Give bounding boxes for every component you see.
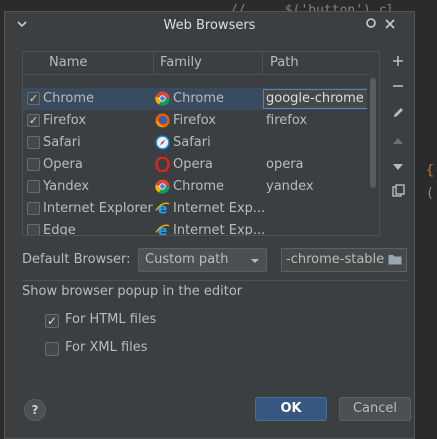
ie-icon: e [155, 201, 170, 218]
row-enabled-checkbox[interactable] [27, 202, 40, 215]
help-button[interactable]: ? [24, 399, 46, 421]
scrollbar-thumb[interactable] [370, 78, 376, 188]
browser-name: Opera [43, 157, 83, 172]
xml-files-checkbox[interactable] [45, 342, 59, 356]
opera-icon [155, 156, 170, 173]
custom-path-value: -chrome-stable [286, 252, 385, 267]
browser-family: Safari [173, 135, 211, 150]
safari-icon [155, 135, 170, 150]
chrome-icon [155, 91, 170, 106]
table-row[interactable]: Opera Opera opera [23, 154, 367, 176]
background-code-brace: { [426, 163, 434, 178]
row-enabled-checkbox[interactable] [27, 180, 40, 193]
browser-path: firefox [266, 113, 308, 128]
folder-icon[interactable] [388, 254, 402, 265]
cancel-button[interactable]: Cancel [339, 397, 411, 421]
close-icon[interactable] [385, 17, 395, 33]
custom-path-input[interactable]: -chrome-stable [281, 248, 407, 272]
options-icon[interactable] [365, 17, 377, 33]
path-cell-editor[interactable]: google-chrome [263, 89, 371, 109]
ie-icon: e [155, 223, 170, 235]
browser-family: Opera [173, 157, 213, 172]
table-row[interactable]: Edge e Internet Exp... [23, 220, 367, 236]
browser-name: Chrome [43, 91, 94, 106]
row-enabled-checkbox[interactable]: ✓ [27, 114, 40, 127]
browser-family: Chrome [173, 91, 224, 106]
browser-family: Firefox [173, 113, 217, 128]
browsers-table: Name Family Path ✓ Chrome Chrome google-… [22, 51, 380, 236]
table-row[interactable]: Safari Safari [23, 132, 367, 154]
dialog-titlebar: Web Browsers [5, 12, 414, 40]
row-enabled-checkbox[interactable] [27, 224, 40, 235]
browser-name: Internet Explorer [43, 201, 153, 216]
remove-icon[interactable] [389, 78, 407, 96]
default-browser-label: Default Browser: [22, 252, 131, 267]
table-header: Name Family Path [23, 52, 379, 75]
table-scrollbar[interactable] [367, 74, 379, 235]
chrome-icon [155, 179, 170, 194]
html-files-checkbox[interactable]: ✓ [45, 314, 59, 328]
column-header-name[interactable]: Name [49, 55, 87, 70]
browser-path: opera [266, 157, 304, 172]
row-enabled-checkbox[interactable]: ✓ [27, 92, 40, 105]
row-enabled-checkbox[interactable] [27, 158, 40, 171]
web-browsers-dialog: Web Browsers Name Family Path ✓ Chrome C… [4, 11, 415, 439]
html-files-label[interactable]: For HTML files [65, 312, 156, 327]
column-header-path[interactable]: Path [270, 55, 299, 70]
browser-family: Chrome [173, 179, 224, 194]
browser-family: Internet Exp... [173, 223, 266, 236]
section-divider [22, 280, 407, 281]
browser-family: Internet Exp... [173, 201, 266, 216]
background-code-paren: ( [426, 186, 434, 201]
ok-button[interactable]: OK [255, 397, 327, 421]
default-browser-selected: Custom path [145, 252, 229, 267]
firefox-icon [155, 113, 170, 128]
column-header-family[interactable]: Family [160, 55, 202, 70]
default-browser-select[interactable]: Custom path [138, 248, 267, 272]
popup-section-label: Show browser popup in the editor [22, 284, 243, 299]
dialog-title: Web Browsers [163, 18, 256, 33]
table-row[interactable]: ✓ Firefox Firefox firefox [23, 110, 367, 132]
edit-icon[interactable] [389, 105, 407, 123]
browser-path: yandex [266, 179, 314, 194]
browser-name: Firefox [43, 113, 87, 128]
table-row[interactable]: Internet Explorer e Internet Exp... [23, 198, 367, 220]
table-row[interactable]: Yandex Chrome yandex [23, 176, 367, 198]
add-icon[interactable] [389, 53, 407, 71]
xml-files-label[interactable]: For XML files [65, 340, 148, 355]
copy-icon[interactable] [389, 183, 407, 201]
browser-name: Yandex [43, 179, 90, 194]
table-row[interactable]: ✓ Chrome Chrome google-chrome [23, 88, 371, 110]
move-up-icon[interactable] [389, 132, 407, 150]
browser-name: Edge [43, 223, 76, 236]
browser-name: Safari [43, 135, 81, 150]
row-enabled-checkbox[interactable] [27, 136, 40, 149]
chevron-down-icon [250, 252, 260, 269]
move-down-icon[interactable] [389, 158, 407, 176]
